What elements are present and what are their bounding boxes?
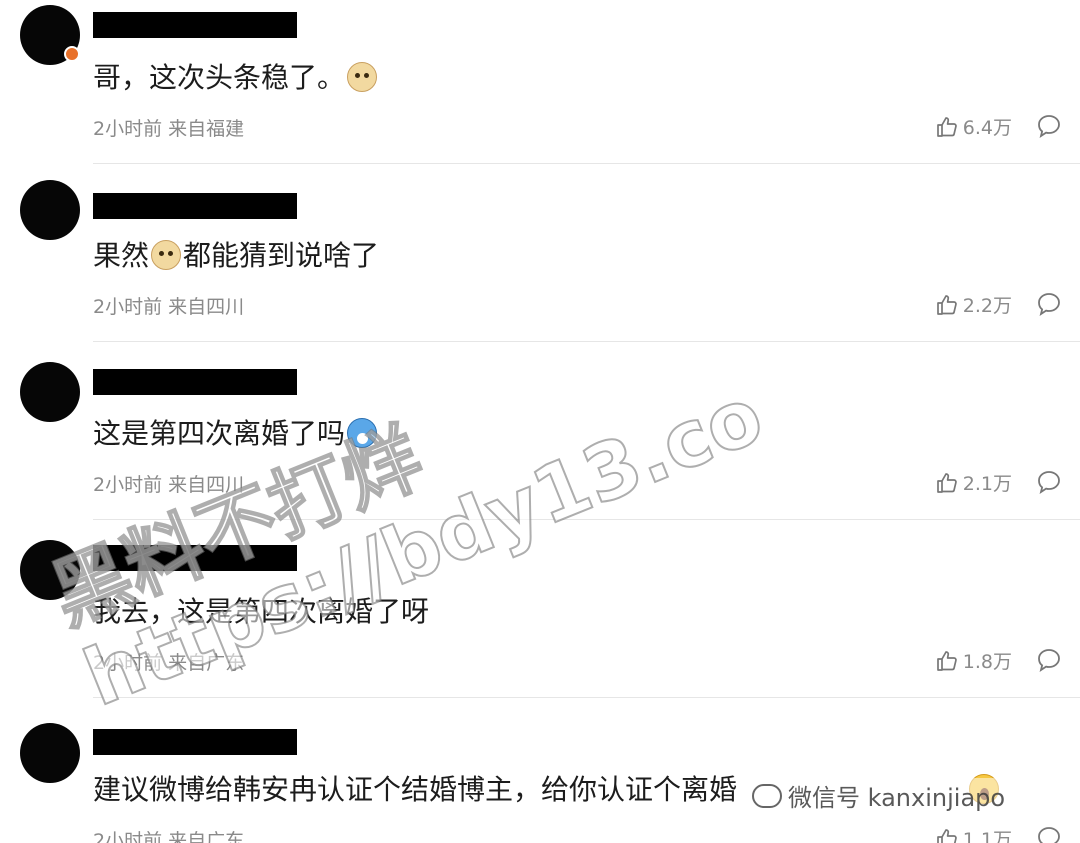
comment-time: 2小时前: [93, 118, 163, 140]
reply-icon[interactable]: [1036, 469, 1062, 495]
like-button[interactable]: 1.1万: [935, 825, 1012, 843]
comment-item: 我去，这是第四次离婚了呀 2小时前 来自广东 1.8万: [0, 534, 1080, 712]
doge-emoji-icon: [347, 62, 378, 92]
like-count: 1.8万: [962, 651, 1012, 673]
comment-location: 来自福建: [168, 118, 245, 140]
divider: [93, 163, 1080, 164]
comment-item: 哥，这次头条稳了。 2小时前 来自福建 6.4万: [0, 0, 1080, 178]
avatar[interactable]: [20, 540, 80, 600]
like-button[interactable]: 2.1万: [935, 469, 1012, 496]
comment-item: 这是第四次离婚了吗 2小时前 来自四川 2.1万: [0, 356, 1080, 534]
shocked-emoji-icon: [347, 418, 378, 448]
wechat-id: 微信号 kanxinjiapo: [788, 784, 1006, 812]
username-redacted[interactable]: [93, 193, 297, 219]
thumbs-up-icon: [936, 294, 957, 315]
username-redacted[interactable]: [93, 545, 297, 571]
comment-time: 2小时前: [93, 652, 163, 674]
thumbs-up-icon: [936, 828, 957, 843]
reply-icon[interactable]: [1036, 291, 1062, 317]
comment-text: 果然 都能猜到说啥了: [93, 239, 380, 272]
like-button[interactable]: 6.4万: [935, 113, 1012, 140]
reply-icon[interactable]: [1036, 647, 1062, 673]
comment-text: 哥，这次头条稳了。: [93, 60, 379, 96]
avatar[interactable]: [20, 723, 80, 783]
like-button[interactable]: 2.2万: [935, 291, 1012, 318]
comment-meta: 2小时前 来自福建: [93, 114, 244, 141]
comment-time: 2小时前: [93, 830, 163, 843]
like-count: 1.1万: [962, 829, 1012, 843]
comment-location: 来自四川: [168, 474, 245, 496]
comment-meta: 2小时前 来自广东: [93, 648, 244, 675]
verified-badge-icon: [64, 46, 80, 62]
comment-text: 我去，这是第四次离婚了呀: [93, 595, 430, 628]
avatar[interactable]: [20, 362, 80, 422]
like-count: 6.4万: [962, 117, 1012, 139]
comment-time: 2小时前: [93, 474, 163, 496]
comment-item: 果然 都能猜到说啥了 2小时前 来自四川 2.2万: [0, 178, 1080, 356]
divider: [93, 519, 1080, 520]
comment-text: 这是第四次离婚了吗: [93, 416, 379, 452]
wechat-icon: [752, 783, 782, 808]
comment-location: 来自四川: [168, 296, 245, 318]
like-button[interactable]: 1.8万: [935, 647, 1012, 674]
comment-meta: 2小时前 来自四川: [93, 470, 244, 497]
like-count: 2.2万: [962, 295, 1012, 317]
thumbs-up-icon: [936, 650, 957, 671]
like-count: 2.1万: [962, 473, 1012, 495]
comment-time: 2小时前: [93, 296, 163, 318]
reply-icon[interactable]: [1036, 113, 1062, 139]
comment-meta: 2小时前 来自四川: [93, 292, 244, 319]
divider: [93, 697, 1080, 698]
thumbs-up-icon: [936, 116, 957, 137]
reply-icon[interactable]: [1036, 825, 1062, 843]
username-redacted[interactable]: [93, 12, 297, 38]
username-redacted[interactable]: [93, 369, 297, 395]
username-redacted[interactable]: [93, 729, 297, 755]
comment-meta: 2小时前 来自广东: [93, 826, 244, 843]
comment-location: 来自广东: [168, 830, 245, 843]
comment-location: 来自广东: [168, 652, 245, 674]
divider: [93, 341, 1080, 342]
thumbs-up-icon: [936, 472, 957, 493]
avatar[interactable]: [20, 180, 80, 240]
doge-emoji-icon: [151, 240, 182, 270]
wechat-watermark: 微信号 kanxinjiapo: [752, 778, 1006, 813]
